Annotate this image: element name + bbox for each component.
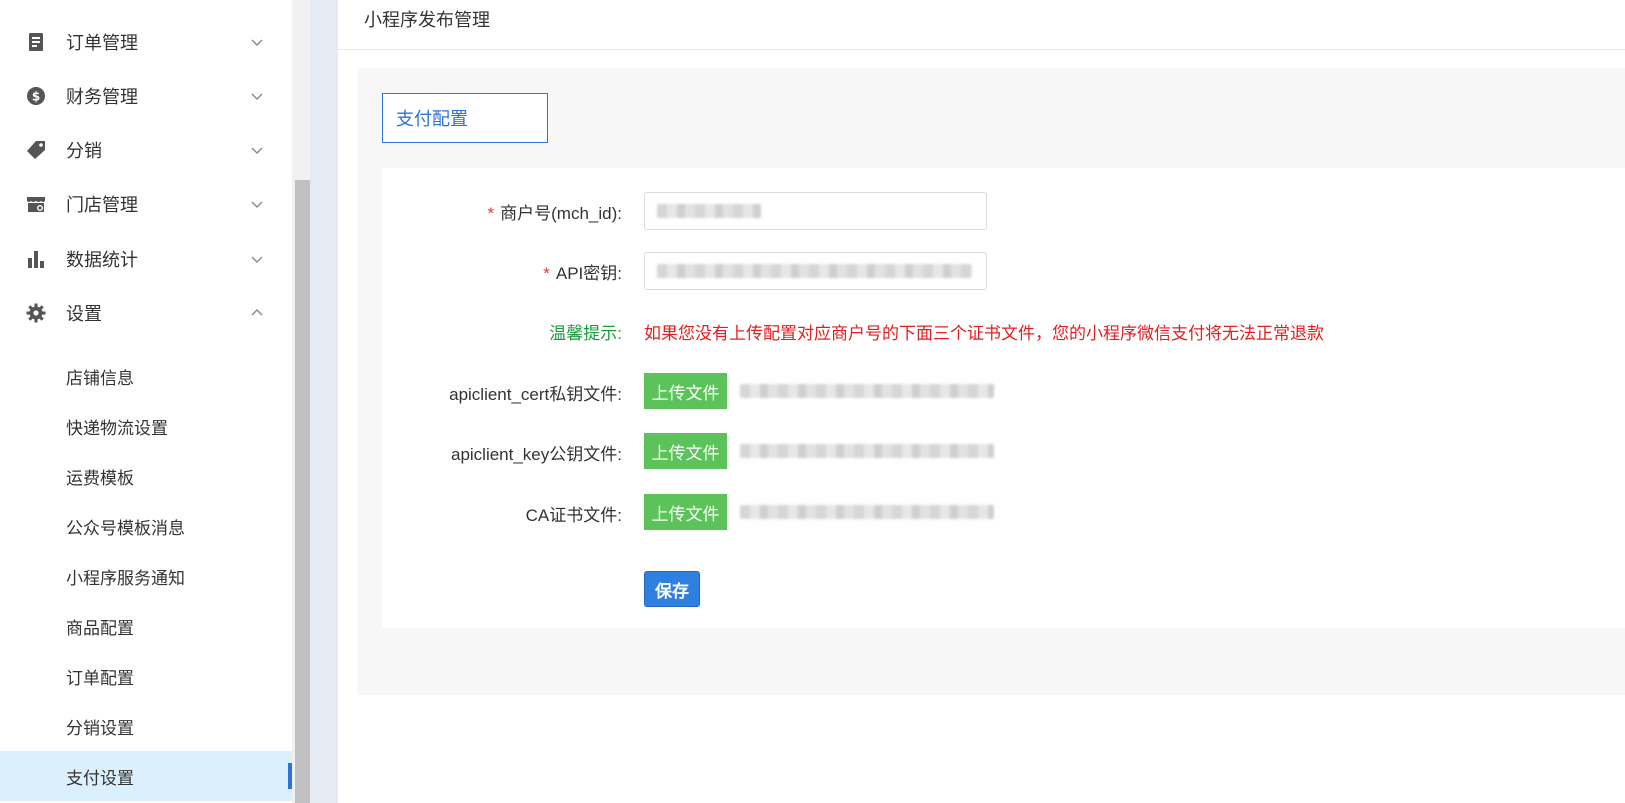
sidebar-item-settings[interactable]: 设置 xyxy=(0,285,292,341)
sidebar-item-statistics[interactable]: 数据统计 xyxy=(0,231,292,287)
redacted-value xyxy=(740,444,994,458)
store-icon xyxy=(26,194,46,214)
chevron-down-icon xyxy=(250,89,264,103)
sidebar-item-finance[interactable]: $ 财务管理 xyxy=(0,68,292,124)
payment-config-form: * 商户号(mch_id): * API密钥: 温馨提示: 如果您没有上传配置对应商… xyxy=(382,168,1625,628)
money-icon: $ xyxy=(26,86,46,106)
sidebar-subitem-label: 店铺信息 xyxy=(66,368,134,388)
redacted-value xyxy=(657,264,972,278)
chevron-down-icon xyxy=(250,35,264,49)
required-mark: * xyxy=(543,264,550,283)
tip-text: 如果您没有上传配置对应商户号的下面三个证书文件，您的小程序微信支付将无法正常退款 xyxy=(644,324,1324,343)
upload-cert-button[interactable]: 上传文件 xyxy=(644,373,727,409)
sidebar-subitem-label: 支付设置 xyxy=(66,768,134,788)
mch-id-input[interactable] xyxy=(644,192,987,230)
sidebar-subitem-label: 小程序服务通知 xyxy=(66,568,185,588)
sidebar-subitem-order-config[interactable]: 订单配置 xyxy=(0,651,292,701)
tab-payment-config[interactable]: 支付配置 xyxy=(382,93,548,143)
document-icon xyxy=(26,32,46,52)
sidebar-subitem-label: 公众号模板消息 xyxy=(66,518,185,538)
cert-file-label: apiclient_cert私钥文件: xyxy=(449,385,622,404)
key-file-name xyxy=(732,433,1002,469)
chevron-up-icon xyxy=(250,306,264,320)
sidebar-item-distribution[interactable]: 分销 xyxy=(0,122,292,178)
sidebar-subitem-miniprogram-notice[interactable]: 小程序服务通知 xyxy=(0,551,292,601)
ca-file-label: CA证书文件: xyxy=(525,506,622,525)
sidebar-item-label: 财务管理 xyxy=(66,87,138,107)
divider xyxy=(338,49,1625,50)
sidebar-subitem-freight-template[interactable]: 运费模板 xyxy=(0,451,292,501)
sidebar-item-stores[interactable]: 门店管理 xyxy=(0,176,292,232)
cert-file-name xyxy=(732,373,1002,409)
gear-icon xyxy=(26,303,46,323)
content-panel: 支付配置 * 商户号(mch_id): * API密钥: 温馨提示: 如果您没有上传… xyxy=(357,68,1625,695)
tip-label: 温馨提示: xyxy=(549,324,622,343)
sidebar-item-label: 分销 xyxy=(66,141,102,161)
redacted-value xyxy=(740,384,994,398)
redacted-value xyxy=(657,204,761,218)
main-content: 小程序发布管理 支付配置 * 商户号(mch_id): * API密钥: 温馨提示:… xyxy=(338,0,1625,803)
required-mark: * xyxy=(487,204,495,223)
sidebar-subitem-distribution-settings[interactable]: 分销设置 xyxy=(0,701,292,751)
upload-ca-button[interactable]: 上传文件 xyxy=(644,494,727,530)
chevron-down-icon xyxy=(250,252,264,266)
sidebar-subitem-label: 分销设置 xyxy=(66,718,134,738)
sidebar-subitem-label: 商品配置 xyxy=(66,618,134,638)
upload-key-button[interactable]: 上传文件 xyxy=(644,433,727,469)
mch-id-label: * 商户号(mch_id): xyxy=(382,199,622,224)
sidebar-subitem-label: 订单配置 xyxy=(66,668,134,688)
layout-gutter xyxy=(310,0,338,803)
sidebar-item-label: 门店管理 xyxy=(66,195,138,215)
key-file-label: apiclient_key公钥文件: xyxy=(450,445,622,464)
sidebar-item-orders[interactable]: 订单管理 xyxy=(0,14,292,70)
bar-chart-icon xyxy=(26,249,46,269)
tag-icon xyxy=(26,140,46,160)
sidebar-subitem-label: 快递物流设置 xyxy=(66,418,168,438)
ca-file-name xyxy=(732,494,1002,530)
mch-id-label-text: 商户号(mch_id): xyxy=(500,204,622,223)
save-button[interactable]: 保存 xyxy=(644,571,700,607)
chevron-down-icon xyxy=(250,197,264,211)
sidebar: 订单管理 $ 财务管理 分销 门店管理 数据统计 设置 店铺信息 快递物流设置 … xyxy=(0,0,292,803)
chevron-down-icon xyxy=(250,143,264,157)
sidebar-subitem-express[interactable]: 快递物流设置 xyxy=(0,401,292,451)
svg-text:$: $ xyxy=(32,90,40,104)
sidebar-subitem-payment-settings[interactable]: 支付设置 xyxy=(0,751,292,801)
page-title: 小程序发布管理 xyxy=(364,10,490,30)
api-key-input[interactable] xyxy=(644,252,987,290)
sidebar-item-label: 订单管理 xyxy=(66,33,138,53)
sidebar-item-label: 设置 xyxy=(66,304,102,324)
api-key-label: * API密钥: xyxy=(382,259,622,284)
sidebar-subitem-store-info[interactable]: 店铺信息 xyxy=(0,351,292,401)
api-key-label-text: API密钥: xyxy=(555,264,622,283)
sidebar-subitem-official-account-msg[interactable]: 公众号模板消息 xyxy=(0,501,292,551)
sidebar-subitem-product-config[interactable]: 商品配置 xyxy=(0,601,292,651)
sidebar-item-label: 数据统计 xyxy=(66,250,138,270)
app-window: 订单管理 $ 财务管理 分销 门店管理 数据统计 设置 店铺信息 快递物流设置 … xyxy=(0,0,1625,803)
sidebar-subitem-label: 运费模板 xyxy=(66,468,134,488)
redacted-value xyxy=(740,505,994,519)
sidebar-scrollbar-thumb[interactable] xyxy=(295,180,310,803)
